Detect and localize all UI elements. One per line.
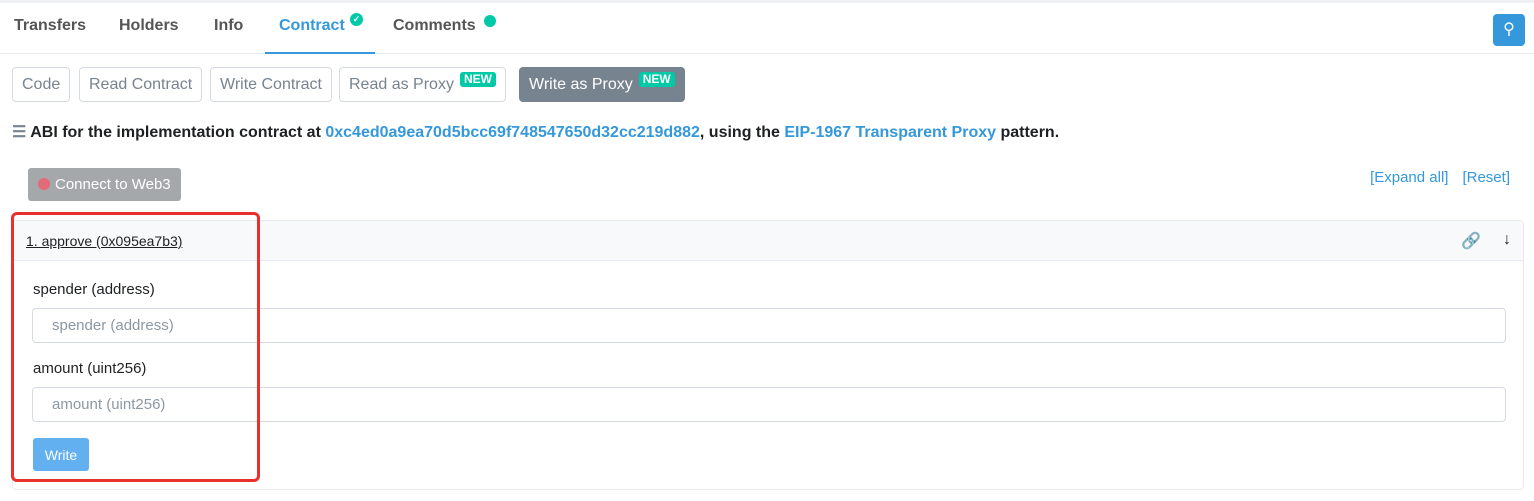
- abi-prefix: ABI for the implementation contract at: [30, 124, 321, 141]
- implementation-address-link[interactable]: 0xc4ed0a9ea70d5bcc69f748547650d32cc219d8…: [325, 124, 700, 141]
- subtab-label: Write as Proxy: [529, 76, 633, 93]
- subtab-label: Code: [22, 76, 61, 93]
- function-header[interactable]: 1. approve (0x095ea7b3) 🔗 ↓: [13, 221, 1523, 261]
- subtab-label: Read as Proxy: [349, 76, 454, 93]
- spender-label: spender (address): [33, 281, 155, 298]
- abi-middle: , using the: [699, 124, 780, 141]
- connect-web3-button[interactable]: Connect to Web3: [28, 168, 181, 201]
- tab-holders[interactable]: Holders: [105, 3, 193, 54]
- disconnected-status-icon: [38, 178, 50, 190]
- subtab-write-as-proxy[interactable]: Write as Proxy NEW: [519, 67, 685, 102]
- notification-dot: [484, 15, 496, 27]
- amount-input[interactable]: [32, 387, 1506, 422]
- new-badge: NEW: [459, 72, 496, 87]
- subtab-code[interactable]: Code: [12, 67, 71, 102]
- tab-label: Contract: [279, 17, 345, 34]
- tab-comments[interactable]: Comments: [379, 3, 504, 54]
- function-card: 1. approve (0x095ea7b3) 🔗 ↓ spender (add…: [12, 220, 1524, 490]
- expand-all-link[interactable]: [Expand all]: [1370, 169, 1448, 186]
- layers-icon: ☰: [12, 124, 27, 141]
- subtab-read-as-proxy[interactable]: Read as Proxy NEW: [339, 67, 506, 102]
- new-badge: NEW: [638, 72, 675, 87]
- tab-bar: Transfers Holders Info Contract ✓ Comment…: [0, 3, 1534, 54]
- subtab-write-contract[interactable]: Write Contract: [210, 67, 332, 102]
- reset-link[interactable]: [Reset]: [1462, 169, 1510, 186]
- tab-label: Transfers: [14, 17, 87, 34]
- card-controls: [Expand all] [Reset]: [1356, 169, 1510, 186]
- subtab-read-contract[interactable]: Read Contract: [79, 67, 203, 102]
- arrow-down-icon[interactable]: ↓: [1503, 231, 1511, 249]
- tab-transfers[interactable]: Transfers: [0, 3, 100, 54]
- subtab-label: Read Contract: [89, 76, 193, 93]
- spender-input[interactable]: [32, 308, 1506, 343]
- tab-label: Info: [214, 17, 244, 34]
- amount-label: amount (uint256): [33, 360, 147, 377]
- verified-check-icon: ✓: [350, 13, 363, 26]
- tab-label: Comments: [393, 17, 476, 34]
- search-icon: ⚲: [1503, 21, 1515, 38]
- write-button[interactable]: Write: [33, 438, 89, 471]
- tab-contract[interactable]: Contract ✓: [265, 3, 375, 54]
- link-icon[interactable]: 🔗: [1461, 231, 1481, 251]
- tab-info[interactable]: Info: [200, 3, 257, 54]
- abi-suffix: pattern.: [1000, 124, 1060, 141]
- subtab-label: Write Contract: [220, 76, 322, 93]
- search-button[interactable]: ⚲: [1493, 14, 1525, 46]
- function-title[interactable]: 1. approve (0x095ea7b3): [26, 233, 182, 249]
- connect-label: Connect to Web3: [55, 176, 171, 193]
- proxy-pattern-link[interactable]: EIP-1967 Transparent Proxy: [784, 124, 996, 141]
- abi-notice: ☰ ABI for the implementation contract at…: [12, 122, 1059, 142]
- tab-label: Holders: [119, 17, 179, 34]
